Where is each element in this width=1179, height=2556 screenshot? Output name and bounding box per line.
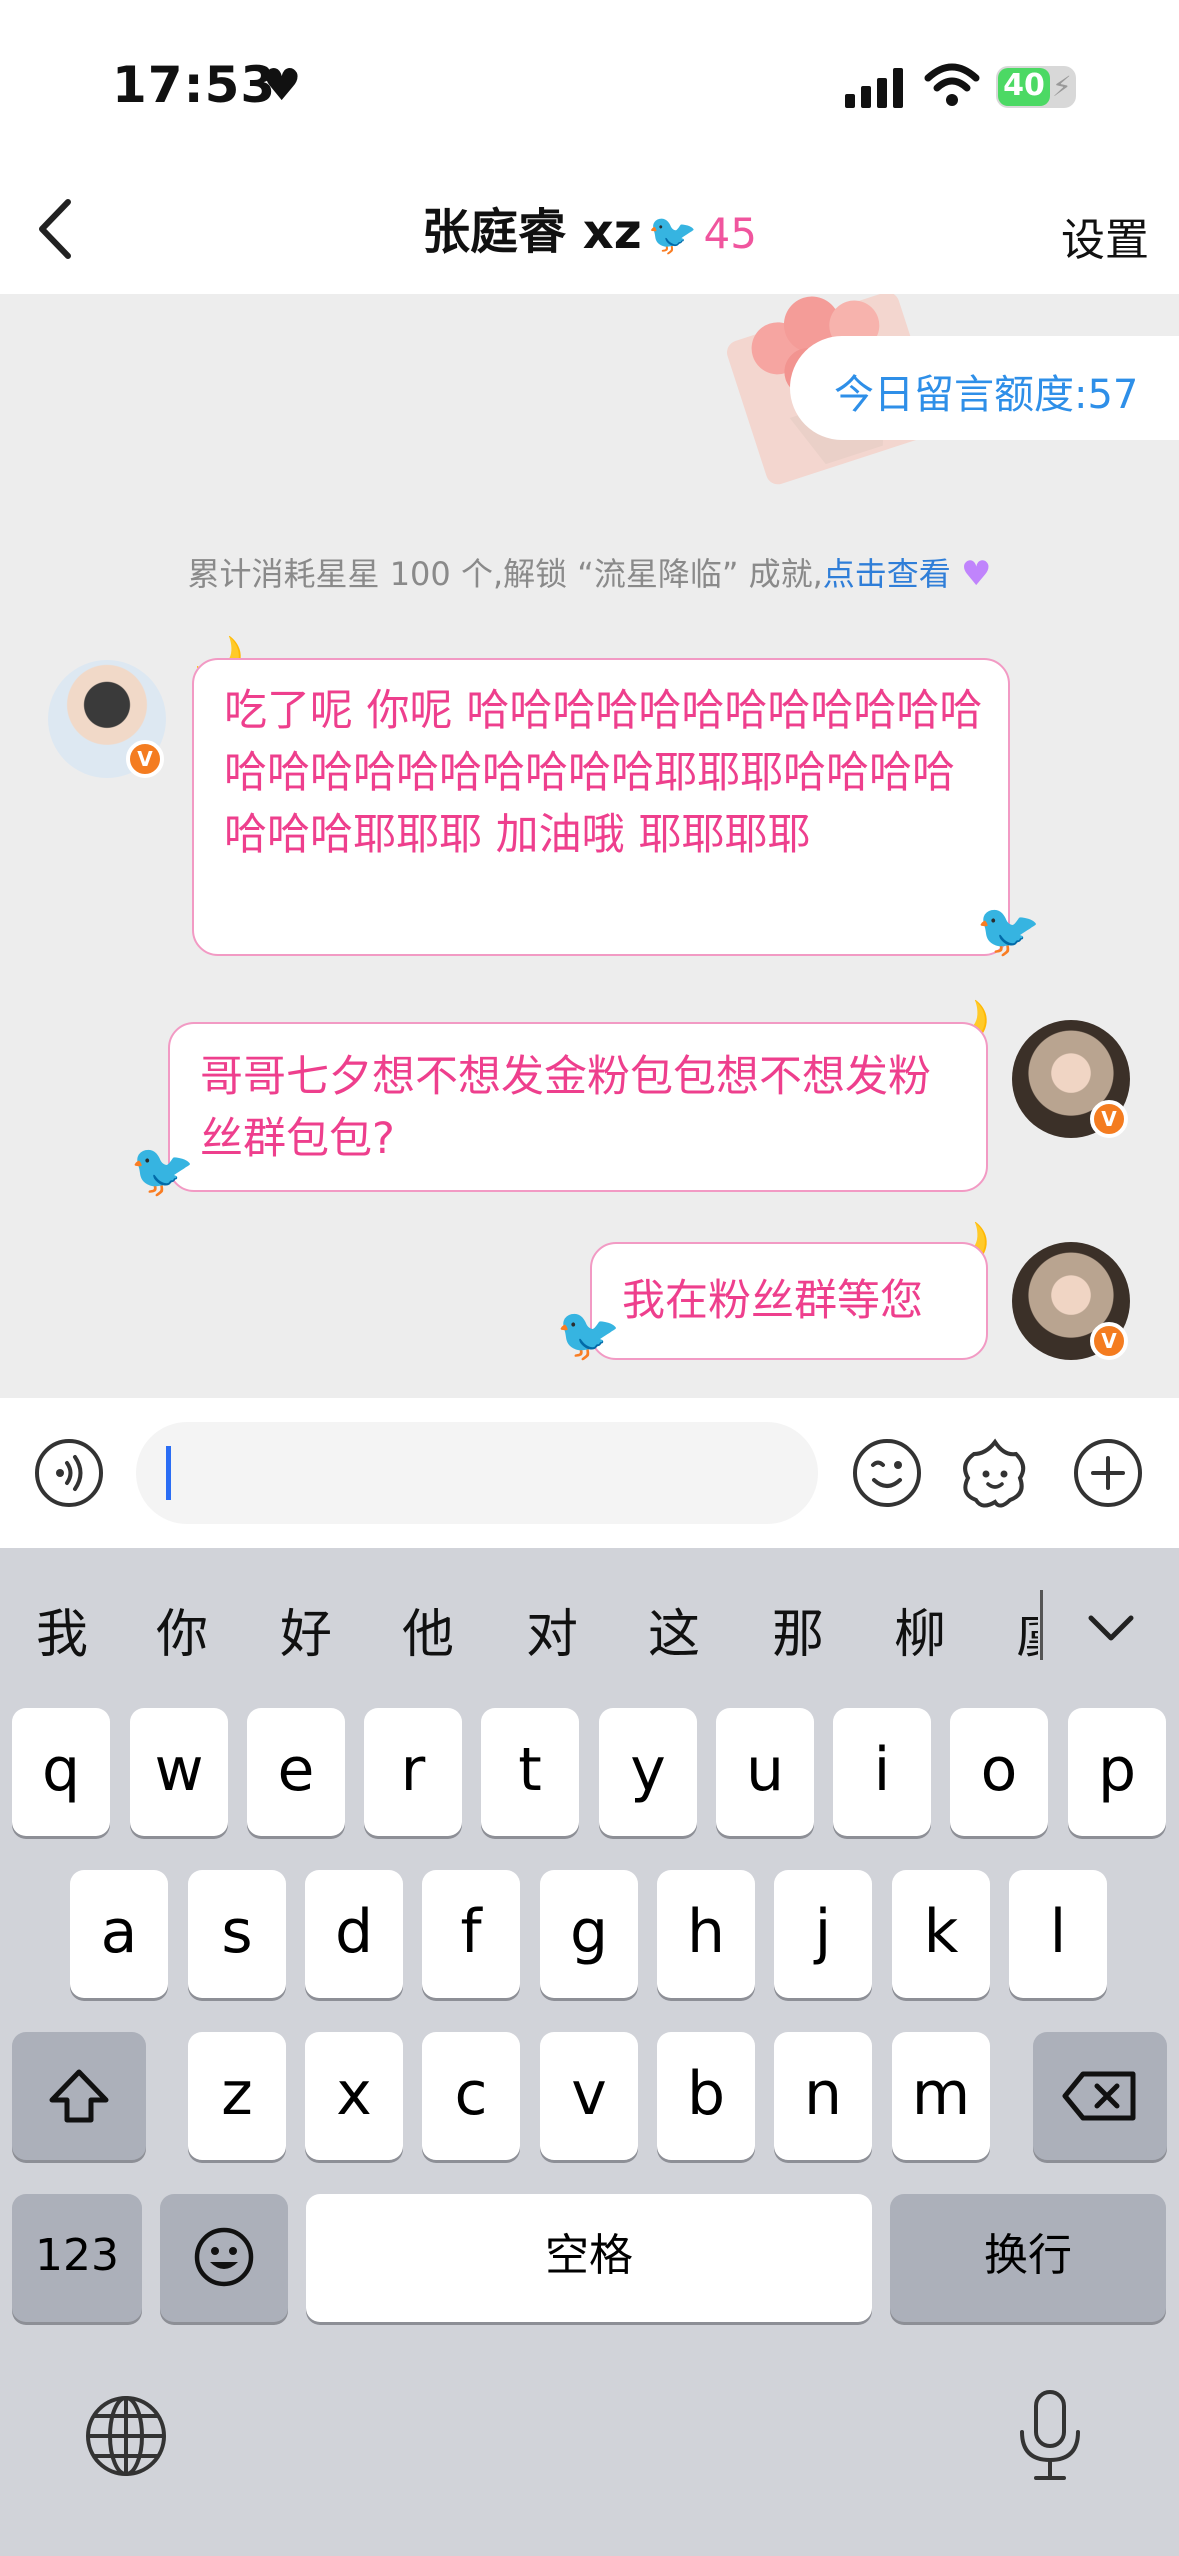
bird-icon: 🐦 [647, 212, 698, 258]
chat-header: 张庭睿 xz 🐦 45 设置 [0, 170, 1179, 294]
chevron-down-icon[interactable] [1085, 1608, 1137, 1648]
candidate-word[interactable]: 他 [402, 1592, 454, 1667]
verified-badge-icon: V [1090, 1322, 1128, 1360]
message-text: 哥哥七夕想不想发金粉包包想不想发粉丝群包包? [200, 1052, 931, 1164]
battery-icon: 40 ⚡ [996, 66, 1076, 108]
key-r[interactable]: r [364, 1708, 462, 1836]
shift-key[interactable] [12, 2032, 146, 2160]
key-h[interactable]: h [657, 1870, 755, 1998]
shift-arrow-icon [49, 2069, 109, 2123]
candidate-word[interactable]: 好 [280, 1592, 332, 1667]
message-text: 我在粉丝群等您 [622, 1276, 923, 1326]
message-input[interactable] [136, 1422, 818, 1524]
emoji-icon[interactable] [852, 1438, 922, 1508]
candidate-word[interactable]: 那 [772, 1592, 824, 1667]
keyboard: 我 你 好 他 对 这 那 柳 虞 q w e r t y u i o p a … [0, 1548, 1179, 2556]
chat-area[interactable]: 今日留言额度:57 累计消耗星星 100 个,解锁 “流星降临” 成就,点击查看… [0, 294, 1179, 1398]
cellular-signal-icon [845, 68, 905, 108]
key-w[interactable]: w [130, 1708, 228, 1836]
key-c[interactable]: c [422, 2032, 520, 2160]
settings-button[interactable]: 设置 [1061, 204, 1149, 268]
key-v[interactable]: v [540, 2032, 638, 2160]
achievement-notice-text: 累计消耗星星 100 个,解锁 “流星降临” 成就, [187, 555, 823, 593]
candidate-word[interactable]: 我 [36, 1592, 88, 1667]
emoji-icon [194, 2227, 254, 2287]
pink-bird-sticker-icon: 🐦 [556, 1305, 621, 1365]
delete-key[interactable] [1033, 2032, 1167, 2160]
candidate-word[interactable]: 你 [156, 1592, 208, 1667]
key-o[interactable]: o [950, 1708, 1048, 1836]
key-m[interactable]: m [892, 2032, 990, 2160]
message-bubble-received[interactable]: 吃了呢 你呢 哈哈哈哈哈哈哈哈哈哈哈哈哈哈哈哈哈哈哈哈哈哈耶耶耶哈哈哈哈哈哈哈耶… [192, 658, 1010, 956]
key-u[interactable]: u [716, 1708, 814, 1836]
verified-badge-icon: V [126, 740, 164, 778]
key-b[interactable]: b [657, 2032, 755, 2160]
plus-icon[interactable] [1073, 1438, 1143, 1508]
key-l[interactable]: l [1009, 1870, 1107, 1998]
heart-icon: ♥ [262, 60, 302, 111]
key-x[interactable]: x [305, 2032, 403, 2160]
achievement-notice: 累计消耗星星 100 个,解锁 “流星降临” 成就,点击查看 ♥ [0, 549, 1179, 595]
key-a[interactable]: a [70, 1870, 168, 1998]
backspace-icon [1062, 2071, 1136, 2121]
candidate-word[interactable]: 柳 [894, 1592, 946, 1667]
wifi-icon [924, 63, 980, 106]
key-s[interactable]: s [188, 1870, 286, 1998]
candidate-word[interactable]: 这 [648, 1592, 700, 1667]
key-i[interactable]: i [833, 1708, 931, 1836]
key-y[interactable]: y [599, 1708, 697, 1836]
key-q[interactable]: q [12, 1708, 110, 1836]
microphone-icon[interactable] [1016, 2388, 1084, 2484]
daily-quota-badge: 今日留言额度:57 [790, 336, 1179, 440]
fan-count: 45 [703, 209, 757, 258]
message-text: 吃了呢 你呢 哈哈哈哈哈哈哈哈哈哈哈哈哈哈哈哈哈哈哈哈哈哈耶耶耶哈哈哈哈哈哈哈耶… [224, 686, 983, 860]
key-j[interactable]: j [774, 1870, 872, 1998]
status-time: 17:53 [112, 56, 277, 114]
key-d[interactable]: d [305, 1870, 403, 1998]
key-p[interactable]: p [1068, 1708, 1166, 1836]
emoji-keyboard-key[interactable] [160, 2194, 288, 2322]
key-n[interactable]: n [774, 2032, 872, 2160]
space-key[interactable]: 空格 [306, 2194, 872, 2322]
candidate-divider [1040, 1590, 1043, 1660]
verified-badge-icon: V [1090, 1100, 1128, 1138]
pink-bird-sticker-icon: 🐦 [976, 901, 1041, 961]
view-achievement-link[interactable]: 点击查看 [823, 555, 951, 593]
message-bubble-sent[interactable]: 我在粉丝群等您 [590, 1242, 988, 1360]
key-k[interactable]: k [892, 1870, 990, 1998]
message-bubble-sent[interactable]: 哥哥七夕想不想发金粉包包想不想发粉丝群包包? [168, 1022, 988, 1192]
key-f[interactable]: f [422, 1870, 520, 1998]
numbers-key[interactable]: 123 [12, 2194, 142, 2322]
key-g[interactable]: g [540, 1870, 638, 1998]
purple-heart-icon: ♥ [960, 554, 992, 594]
message-input-bar [0, 1398, 1179, 1548]
candidate-word[interactable]: 虞 [1016, 1592, 1038, 1667]
contact-name: 张庭睿 xz [422, 204, 642, 260]
pink-bird-sticker-icon: 🐦 [130, 1141, 195, 1201]
candidate-word[interactable]: 对 [526, 1592, 578, 1667]
page-title: 张庭睿 xz 🐦 45 [0, 192, 1179, 262]
charging-bolt-icon: ⚡ [1052, 70, 1072, 103]
battery-level: 40 [1003, 68, 1045, 103]
return-key[interactable]: 换行 [890, 2194, 1166, 2322]
candidate-bar: 我 你 好 他 对 这 那 柳 虞 [0, 1548, 1179, 1698]
sticker-icon[interactable] [956, 1436, 1034, 1512]
voice-input-icon[interactable] [34, 1438, 104, 1508]
globe-icon[interactable] [84, 2394, 168, 2478]
key-z[interactable]: z [188, 2032, 286, 2160]
text-cursor [166, 1446, 171, 1500]
key-t[interactable]: t [481, 1708, 579, 1836]
key-e[interactable]: e [247, 1708, 345, 1836]
status-bar: 17:53 ♥ 40 ⚡ [0, 0, 1179, 170]
